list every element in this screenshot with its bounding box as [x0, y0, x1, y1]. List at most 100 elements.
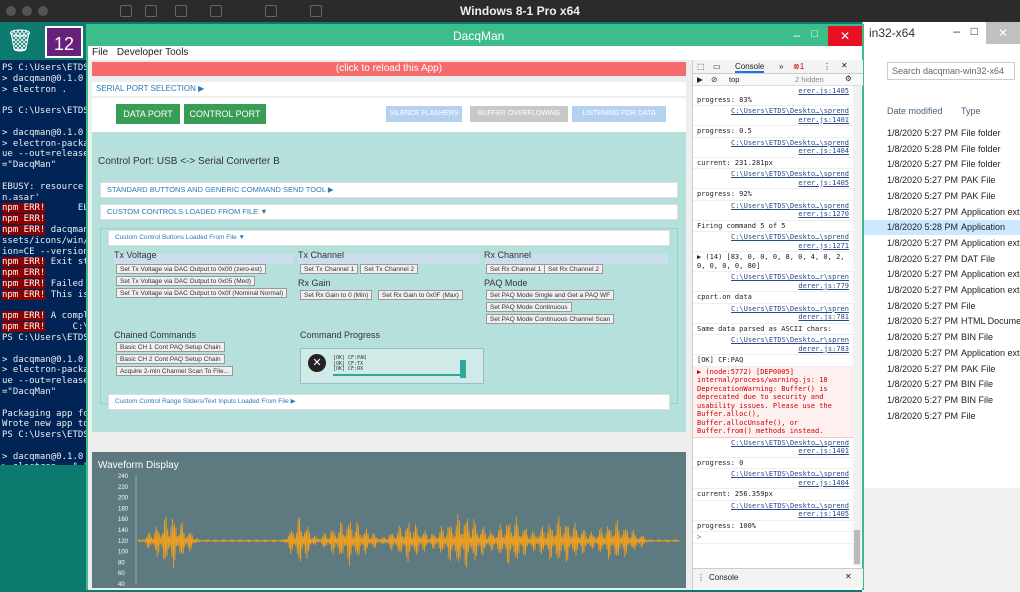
tx-voltage-0f-button[interactable]: Set Tx Voltage via DAC Output to 0x0f (N… [116, 288, 288, 298]
custom-controls-header[interactable]: CUSTOM CONTROLS LOADED FROM FILE ▼ [100, 204, 678, 220]
tx-channel-2-button[interactable]: Set Tx Channel 2 [360, 264, 419, 274]
ch2-chain-button[interactable]: Basic CH 2 Cont PAQ Setup Chain [116, 354, 225, 364]
menu-kebab-icon[interactable]: ⋮ [823, 62, 831, 71]
usb-icon[interactable] [265, 5, 277, 17]
list-item[interactable]: 1/8/2020 5:27 PM PAK File [863, 173, 1020, 188]
list-item[interactable]: 1/8/2020 5:27 PMHTML Document [863, 314, 1020, 329]
recycle-bin-icon[interactable]: 🗑 [6, 28, 34, 58]
acquire-scan-button[interactable]: Acquire 2-min Channel Scan To File... [116, 366, 233, 376]
source-link[interactable]: erer.js:1405 [697, 87, 849, 96]
source-link[interactable]: C:\Users\ETDS\Deskto…\sprend erer.js:140… [697, 170, 849, 187]
hidden-count[interactable]: 2 hidden [795, 75, 824, 84]
inspect-icon[interactable]: ⬚ [697, 62, 705, 71]
clear-console-icon[interactable]: ⊘ [711, 75, 717, 84]
list-item[interactable]: 1/8/2020 5:27 PM DAT File [863, 252, 1020, 267]
list-item[interactable]: 1/8/2020 5:27 PM File folder [863, 126, 1020, 141]
source-link[interactable]: C:\Users\ETDS\Deskto…\sprend erer.js:140… [697, 502, 849, 519]
silence-flashers-button[interactable]: SILENCE FLASHERS [386, 106, 462, 122]
more-tabs-icon[interactable]: » [779, 62, 783, 71]
code-icon[interactable] [145, 5, 157, 17]
menu-file[interactable]: File [92, 47, 108, 58]
list-item[interactable]: 1/8/2020 5:27 PMApplication extens [863, 267, 1020, 282]
device-icon[interactable]: ▭ [713, 62, 721, 71]
context-select[interactable]: top [729, 75, 739, 84]
source-link[interactable]: C:\Users\ETDS\Deskto…r\spren derer.js:77… [697, 273, 849, 290]
minimize-icon[interactable]: – [953, 24, 960, 38]
tx-voltage-05-button[interactable]: Set Tx Voltage via DAC Output to 0x05 (M… [116, 276, 256, 286]
settings-icon[interactable] [120, 5, 132, 17]
ch1-chain-button[interactable]: Basic CH 1 Cont PAQ Setup Chain [116, 342, 225, 352]
maximize-icon[interactable]: □ [971, 24, 978, 38]
explorer-search-input[interactable]: Search dacqman-win32-x64 [887, 62, 1015, 80]
share-icon[interactable] [310, 5, 322, 17]
close-dot-icon[interactable] [6, 6, 16, 16]
visual-studio-icon[interactable]: 12 [45, 26, 83, 58]
error-count-badge[interactable]: ⊗1 [793, 62, 804, 71]
source-link[interactable]: C:\Users\ETDS\Deskto…\sprend erer.js:140… [697, 470, 849, 487]
list-item[interactable]: 1/8/2020 5:27 PMApplication extens [863, 236, 1020, 251]
list-item[interactable]: 1/8/2020 5:27 PM File [863, 299, 1020, 314]
custom-buttons-header[interactable]: Custom Control Buttons Loaded From File … [108, 230, 670, 246]
list-item[interactable]: 1/8/2020 5:27 PM PAK File [863, 362, 1020, 377]
data-port-button[interactable]: DATA PORT [116, 104, 180, 124]
disk-icon[interactable] [210, 5, 222, 17]
vm-toolbar: Windows 8-1 Pro x64 [0, 0, 1020, 22]
list-item[interactable]: 1/8/2020 5:27 PMApplication extens [863, 346, 1020, 361]
close-icon[interactable]: ✕ [986, 22, 1020, 44]
source-link[interactable]: C:\Users\ETDS\Deskto…\sprend erer.js:140… [697, 107, 849, 124]
source-link[interactable]: C:\Users\ETDS\Deskto…\sprend erer.js:140… [697, 439, 849, 456]
range-sliders-header[interactable]: Custom Control Range Sliders/Text Inputs… [108, 394, 670, 410]
list-item[interactable]: 1/8/2020 5:27 PM PAK File [863, 189, 1020, 204]
col-type[interactable]: Type [961, 106, 981, 116]
close-icon[interactable]: ✕ [841, 61, 848, 70]
minimize-dot-icon[interactable] [22, 6, 32, 16]
source-link[interactable]: C:\Users\ETDS\Deskto…r\spren derer.js:78… [697, 336, 849, 353]
tx-voltage-00-button[interactable]: Set Tx Voltage via DAC Output to 0x00 (z… [116, 264, 266, 274]
paq-channel-scan-button[interactable]: Set PAQ Mode Continuous Channel Scan [486, 314, 615, 324]
drawer-console-tab[interactable]: Console [709, 573, 738, 582]
list-item[interactable]: 1/8/2020 5:28 PM Application [863, 220, 1020, 236]
reload-banner[interactable]: (click to reload this App) [92, 62, 686, 76]
cancel-icon[interactable]: ✕ [308, 354, 326, 372]
control-port-button[interactable]: CONTROL PORT [184, 104, 266, 124]
rx-channel-1-button[interactable]: Set Rx Channel 1 [486, 264, 545, 274]
source-link[interactable]: C:\Users\ETDS\Deskto…r\spren derer.js:78… [697, 305, 849, 322]
scrollbar-thumb[interactable] [854, 530, 860, 564]
menu-developer-tools[interactable]: Developer Tools [117, 47, 189, 58]
list-item[interactable]: 1/8/2020 5:27 PM File folder [863, 157, 1020, 172]
standard-buttons-header[interactable]: STANDARD BUTTONS AND GENERIC COMMAND SEN… [100, 182, 678, 198]
paq-single-button[interactable]: Set PAQ Mode Single and Get a PAQ WF [486, 290, 615, 300]
list-item[interactable]: 1/8/2020 5:27 PM BIN File [863, 377, 1020, 392]
settings-gear-icon[interactable]: ⚙ [845, 74, 852, 83]
drawer-menu-icon[interactable]: ⋮ [697, 573, 705, 582]
paq-continuous-button[interactable]: Set PAQ Mode Continuous [486, 302, 572, 312]
rx-gain-min-button[interactable]: Set Rx Gain to 0 (Min) [300, 290, 373, 300]
console-prompt[interactable]: > [693, 532, 853, 544]
tx-channel-1-button[interactable]: Set Tx Channel 1 [300, 264, 359, 274]
list-item[interactable]: 1/8/2020 5:27 PM BIN File [863, 393, 1020, 408]
console-scrollbar[interactable] [853, 86, 861, 566]
close-drawer-icon[interactable]: ✕ [845, 572, 852, 581]
close-icon[interactable]: ✕ [828, 26, 862, 46]
rx-gain-max-button[interactable]: Set Rx Gain to 0x0F (Max) [378, 290, 463, 300]
list-item[interactable]: 1/8/2020 5:28 PM File folder [863, 142, 1020, 157]
powershell-console[interactable]: PS C:\Users\ETDS\De> dacqman@0.1.0 sta> … [0, 60, 90, 465]
col-date-modified[interactable]: Date modified [887, 106, 943, 116]
serial-port-selection-header[interactable]: SERIAL PORT SELECTION ▶ [92, 82, 686, 96]
rx-channel-2-button[interactable]: Set Rx Channel 2 [544, 264, 603, 274]
tab-console[interactable]: Console [735, 62, 765, 73]
list-item[interactable]: 1/8/2020 5:27 PM BIN File [863, 330, 1020, 345]
list-item[interactable]: 1/8/2020 5:27 PMApplication extens [863, 205, 1020, 220]
printer-icon[interactable] [175, 5, 187, 17]
zoom-dot-icon[interactable] [38, 6, 48, 16]
progress-handle[interactable] [460, 360, 466, 378]
list-item[interactable]: 1/8/2020 5:27 PM File [863, 409, 1020, 424]
maximize-icon[interactable]: □ [811, 28, 818, 40]
list-item[interactable]: 1/8/2020 5:27 PMApplication extens [863, 283, 1020, 298]
source-link[interactable]: C:\Users\ETDS\Deskto…\sprend erer.js:127… [697, 233, 849, 250]
minimize-icon[interactable]: – [793, 28, 800, 42]
tx-voltage-title: Tx Voltage [114, 250, 157, 260]
source-link[interactable]: C:\Users\ETDS\Deskto…\sprend erer.js:127… [697, 202, 849, 219]
source-link[interactable]: C:\Users\ETDS\Deskto…\sprend erer.js:140… [697, 139, 849, 156]
sidebar-toggle-icon[interactable]: ▶ [697, 75, 703, 84]
